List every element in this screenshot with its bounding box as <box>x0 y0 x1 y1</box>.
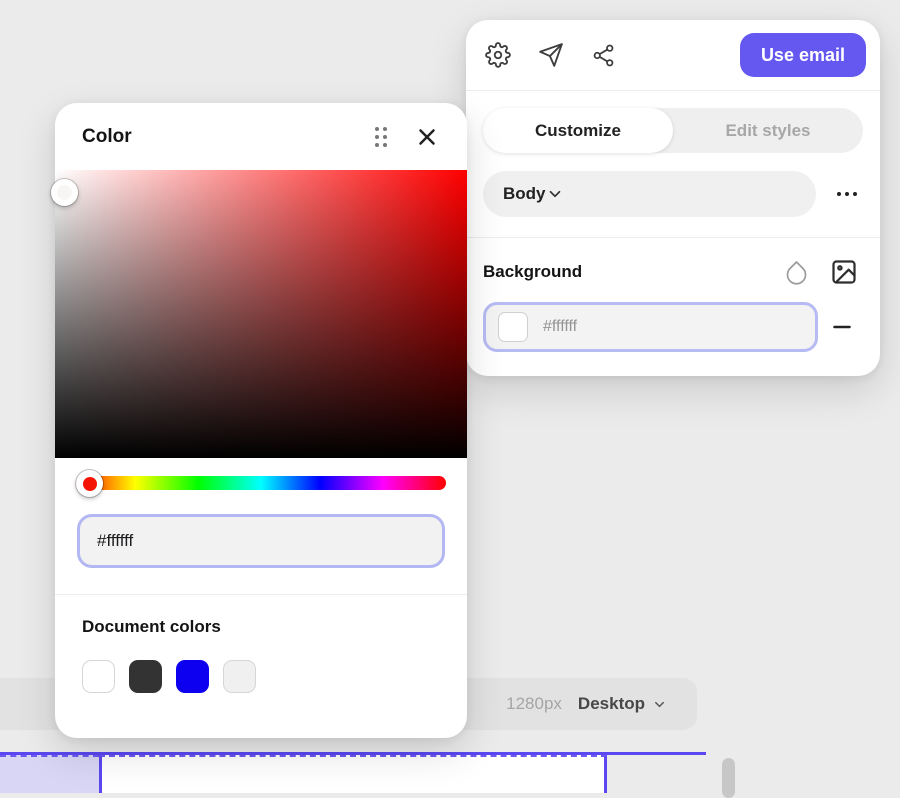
background-color-mode-button[interactable] <box>783 259 810 286</box>
viewport-width-label: 1280px <box>506 694 562 714</box>
document-color-swatch-blue[interactable] <box>176 660 209 693</box>
element-dropdown[interactable]: Body <box>483 171 816 217</box>
saturation-picker-handle[interactable] <box>51 179 78 206</box>
color-panel-title: Color <box>82 126 132 148</box>
send-test-button[interactable] <box>538 42 564 68</box>
inspector-tabs: Customize Edit styles <box>483 108 863 153</box>
ellipsis-icon <box>837 192 857 196</box>
element-dropdown-value: Body <box>503 184 546 204</box>
background-section-label: Background <box>483 262 582 282</box>
background-image-mode-button[interactable] <box>830 258 858 286</box>
document-colors-title: Document colors <box>82 617 440 637</box>
more-options-button[interactable] <box>837 192 857 196</box>
color-picker-panel: Color Document colors <box>55 103 467 738</box>
inspector-toolbar: Use email <box>466 20 880 90</box>
settings-button[interactable] <box>485 42 511 68</box>
canvas-content-row[interactable] <box>99 755 607 793</box>
chevron-down-icon <box>546 185 564 203</box>
settings-icon <box>485 42 511 68</box>
hue-slider-handle[interactable] <box>76 470 103 497</box>
hue-slider[interactable] <box>76 476 446 490</box>
canvas-body-margin[interactable] <box>0 755 99 793</box>
canvas-selected-body[interactable] <box>0 752 706 793</box>
document-color-swatch-dark[interactable] <box>129 660 162 693</box>
use-email-button[interactable]: Use email <box>740 33 866 77</box>
close-panel-button[interactable] <box>414 124 440 150</box>
inspector-panel: Use email Customize Edit styles Body Bac… <box>466 20 880 376</box>
saturation-brightness-area[interactable] <box>55 170 467 458</box>
device-selector-label: Desktop <box>578 694 645 714</box>
document-color-swatch-gray[interactable] <box>223 660 256 693</box>
tab-customize[interactable]: Customize <box>483 108 673 153</box>
background-hex-input[interactable] <box>543 318 743 336</box>
close-icon <box>414 124 440 150</box>
droplet-icon <box>783 259 810 286</box>
remove-background-button[interactable] <box>829 314 855 340</box>
share-button[interactable] <box>591 43 616 68</box>
device-selector[interactable]: Desktop <box>578 694 667 714</box>
background-color-field[interactable] <box>483 302 818 352</box>
minus-icon <box>829 314 855 340</box>
background-color-swatch[interactable] <box>498 312 528 342</box>
hex-color-field[interactable] <box>77 514 445 568</box>
canvas-scrollbar[interactable] <box>722 758 735 798</box>
panel-drag-handle[interactable] <box>375 127 387 147</box>
hex-color-input[interactable] <box>97 531 425 551</box>
image-icon <box>830 258 858 286</box>
document-color-swatch-white[interactable] <box>82 660 115 693</box>
send-icon <box>538 42 564 68</box>
chevron-down-icon <box>652 697 667 712</box>
document-colors-row <box>82 660 440 693</box>
share-icon <box>591 43 616 68</box>
tab-edit-styles[interactable]: Edit styles <box>673 108 863 153</box>
